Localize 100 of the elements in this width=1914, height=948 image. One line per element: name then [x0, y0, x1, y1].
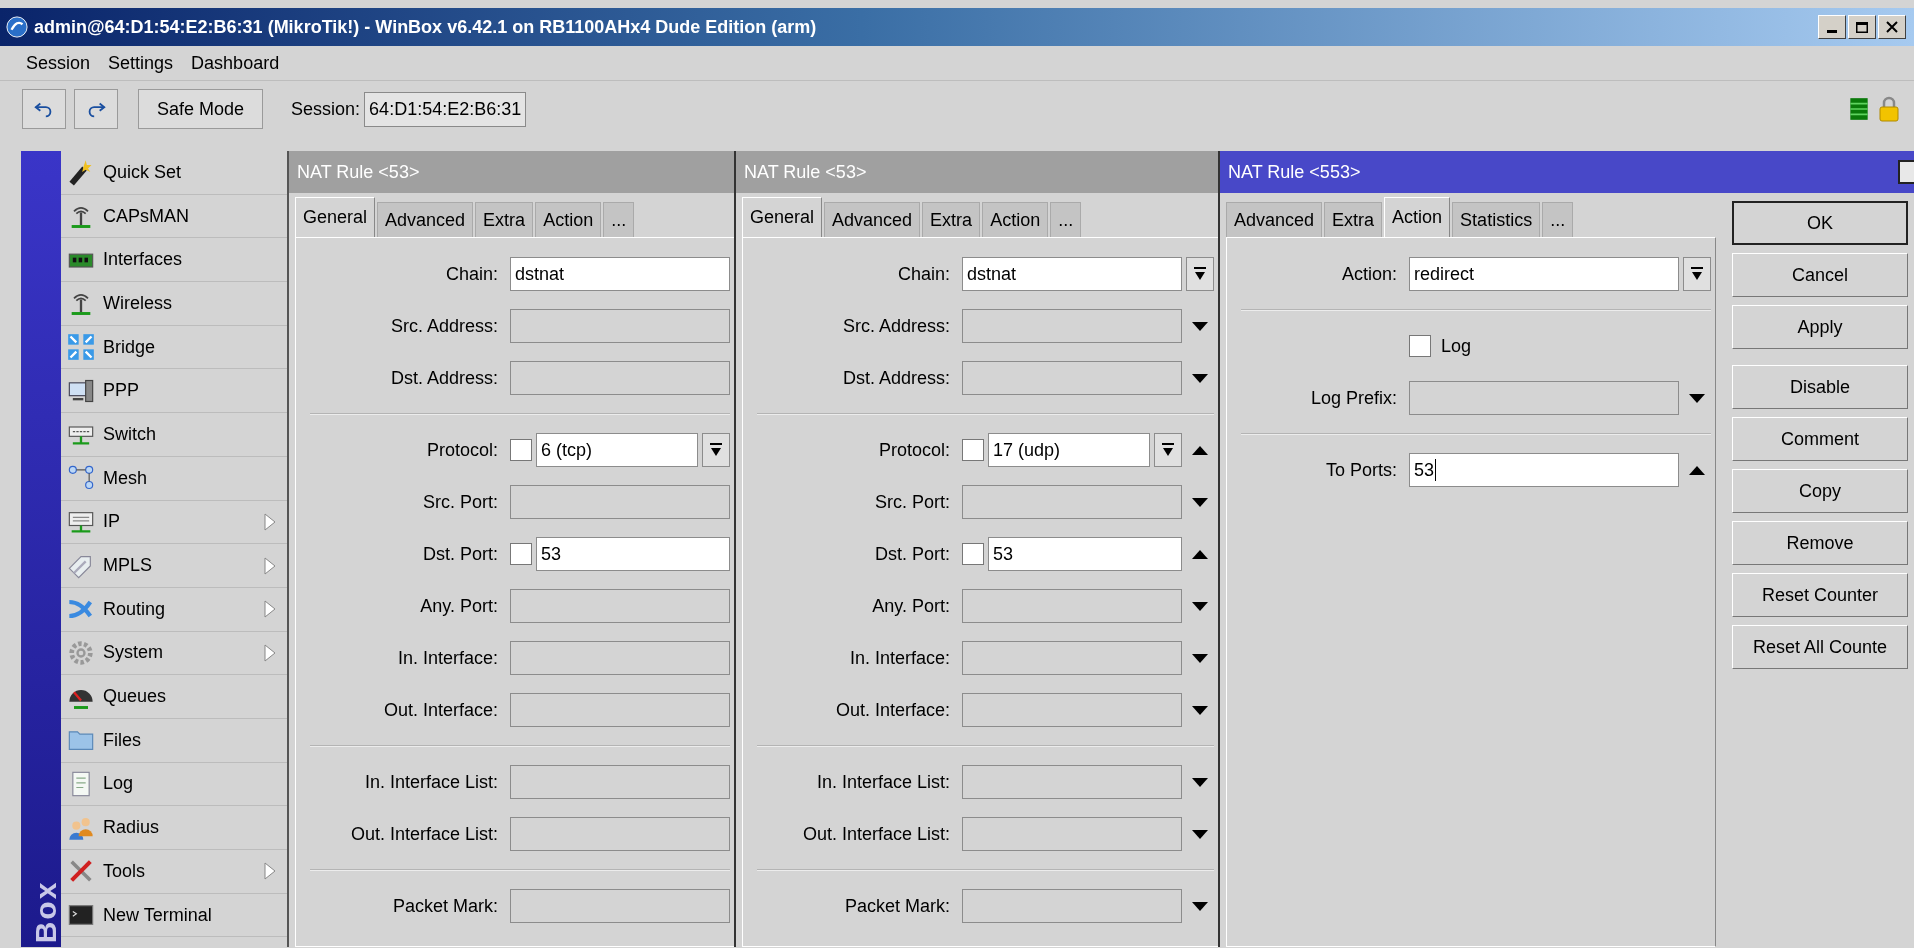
input-field[interactable] [510, 589, 730, 623]
dropdown-arrow-icon[interactable] [1688, 392, 1706, 404]
session-field: 64:D1:54:E2:B6:31 [364, 91, 527, 127]
input-field[interactable] [510, 361, 730, 395]
undo-button[interactable] [22, 89, 66, 129]
field-label: Src. Address: [841, 315, 951, 337]
menu-item[interactable]: Session [20, 48, 97, 78]
tab[interactable]: ... [603, 202, 635, 237]
input-field[interactable]: dstnat [510, 257, 730, 291]
dialog-title: NAT Rule <53> [297, 161, 420, 183]
dialog-button[interactable]: Comment [1732, 417, 1908, 461]
input-field[interactable] [962, 641, 1182, 675]
collapse-arrow-icon[interactable] [1191, 548, 1209, 560]
tab[interactable]: Advanced [377, 202, 474, 237]
input-field[interactable] [510, 309, 730, 343]
close-button[interactable] [1878, 15, 1906, 39]
tab[interactable]: Advanced [1226, 202, 1323, 237]
field-label: Chain: [896, 263, 951, 285]
field-label: Src. Port: [422, 491, 499, 513]
input-field[interactable]: 53 [536, 537, 730, 571]
input-field[interactable] [962, 765, 1182, 799]
dialog-button[interactable]: Copy [1732, 469, 1908, 513]
tab[interactable]: Statistics [1452, 202, 1541, 237]
tab[interactable]: Extra [1324, 202, 1383, 237]
dropdown-button[interactable] [1186, 257, 1214, 291]
dialog-button[interactable]: OK [1732, 201, 1908, 245]
maximize-button[interactable] [1898, 160, 1914, 184]
field-label: In. Interface List: [815, 771, 951, 793]
input-field[interactable] [962, 485, 1182, 519]
dialog-button[interactable]: Apply [1732, 305, 1908, 349]
input-field[interactable] [1409, 381, 1679, 415]
tab[interactable]: Extra [475, 202, 534, 237]
tab[interactable]: Action [535, 202, 602, 237]
checkbox-label: Log [1441, 335, 1472, 357]
input-field[interactable]: 6 (tcp) [536, 433, 698, 467]
input-field[interactable]: 53 [1409, 453, 1679, 487]
input-field[interactable] [962, 817, 1182, 851]
input-field[interactable] [962, 889, 1182, 923]
dropdown-button[interactable] [1683, 257, 1711, 291]
dialog-button[interactable]: Reset All Counte [1732, 625, 1908, 669]
input-field[interactable] [510, 889, 730, 923]
redo-button[interactable] [74, 89, 118, 129]
input-field[interactable] [510, 765, 730, 799]
dropdown-icon [1161, 442, 1175, 458]
dropdown-button[interactable] [702, 433, 730, 467]
dropdown-arrow-icon[interactable] [1191, 496, 1209, 508]
dropdown-arrow-icon[interactable] [1191, 900, 1209, 912]
tab[interactable]: General [742, 197, 823, 237]
dropdown-arrow-icon[interactable] [1191, 320, 1209, 332]
field-label: Out. Interface List: [349, 823, 499, 845]
input-field[interactable]: dstnat [962, 257, 1182, 291]
dropdown-arrow-icon[interactable] [1191, 828, 1209, 840]
input-field[interactable] [962, 589, 1182, 623]
input-field[interactable] [510, 693, 730, 727]
checkbox[interactable] [962, 439, 984, 461]
input-field[interactable] [962, 693, 1182, 727]
tab[interactable]: Extra [922, 202, 981, 237]
field-label: Src. Address: [389, 315, 499, 337]
dropdown-button[interactable] [1154, 433, 1182, 467]
input-field[interactable]: redirect [1409, 257, 1679, 291]
field-label: Protocol: [877, 439, 951, 461]
input-field[interactable] [510, 485, 730, 519]
close-icon [1886, 21, 1898, 33]
collapse-arrow-icon[interactable] [1191, 444, 1209, 456]
minimize-button[interactable] [1818, 15, 1846, 39]
dropdown-arrow-icon[interactable] [1191, 776, 1209, 788]
checkbox[interactable] [510, 439, 532, 461]
field-label: Protocol: [425, 439, 499, 461]
checkbox[interactable] [1409, 335, 1431, 357]
dialog-button[interactable]: Cancel [1732, 253, 1908, 297]
checkbox[interactable] [962, 543, 984, 565]
checkbox[interactable] [510, 543, 532, 565]
dropdown-arrow-icon[interactable] [1191, 704, 1209, 716]
dialog-button[interactable]: Disable [1732, 365, 1908, 409]
dropdown-arrow-icon[interactable] [1191, 600, 1209, 612]
dialog-button[interactable]: Remove [1732, 521, 1908, 565]
tab[interactable]: Action [1384, 197, 1451, 237]
dropdown-arrow-icon[interactable] [1191, 372, 1209, 384]
tab[interactable]: General [295, 197, 376, 237]
tab[interactable]: Advanced [824, 202, 921, 237]
input-field[interactable]: 53 [988, 537, 1182, 571]
dropdown-arrow-icon[interactable] [1191, 652, 1209, 664]
input-field[interactable]: 17 (udp) [988, 433, 1150, 467]
input-field[interactable] [962, 309, 1182, 343]
tab[interactable]: Action [982, 202, 1049, 237]
gear-icon [67, 638, 95, 667]
field-label: Log Prefix: [1309, 387, 1398, 409]
menu-item[interactable]: Dashboard [185, 48, 286, 78]
input-field[interactable] [962, 361, 1182, 395]
tab[interactable]: ... [1050, 202, 1082, 237]
collapse-arrow-icon[interactable] [1688, 464, 1706, 476]
field-label: Action: [1340, 263, 1398, 285]
maximize-icon [1856, 21, 1868, 33]
input-field[interactable] [510, 817, 730, 851]
dialog-title: NAT Rule <553> [1228, 161, 1361, 183]
tab[interactable]: ... [1542, 202, 1574, 237]
dialog-button[interactable]: Reset Counter [1732, 573, 1908, 617]
input-field[interactable] [510, 641, 730, 675]
safe-mode-button[interactable]: Safe Mode [138, 89, 264, 129]
menu-item[interactable]: Settings [102, 48, 180, 78]
